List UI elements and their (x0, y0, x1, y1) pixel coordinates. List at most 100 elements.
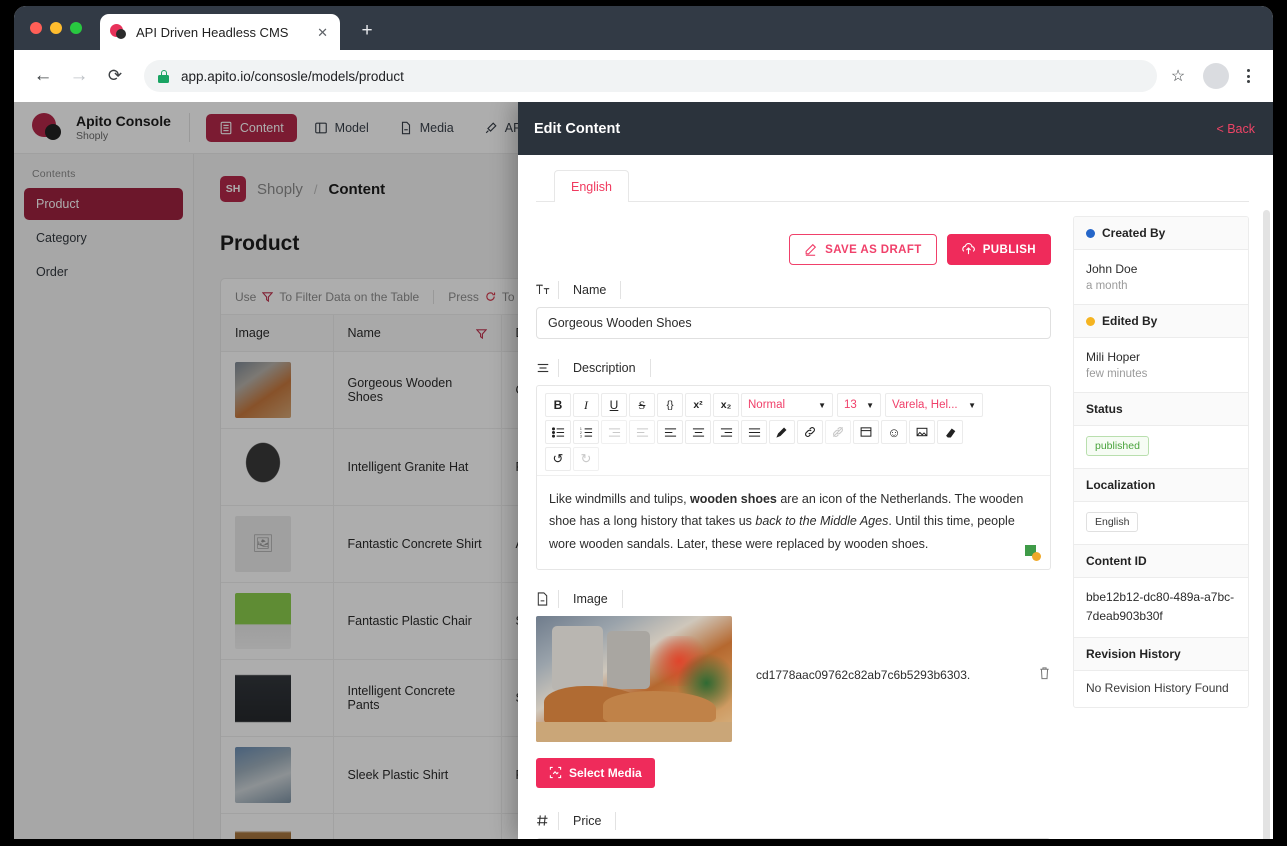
publish-upload-icon (962, 243, 975, 256)
localization-badge[interactable]: English (1086, 512, 1138, 532)
new-tab-button[interactable]: + (354, 18, 380, 44)
content-id-value[interactable]: bbe12b12-dc80-489a-a7bc-7deab903b30f (1086, 588, 1236, 625)
browser-tab[interactable]: API Driven Headless CMS ✕ (100, 14, 340, 50)
redo-icon[interactable]: ↻ (573, 447, 599, 471)
undo-icon[interactable]: ↺ (545, 447, 571, 471)
desc-text-italic: back to the Middle Ages (755, 514, 888, 528)
text-color-icon[interactable] (769, 420, 795, 444)
numbered-list-icon[interactable]: 123 (573, 420, 599, 444)
align-left-icon[interactable] (657, 420, 683, 444)
indent-increase-icon[interactable] (601, 420, 627, 444)
bold-icon[interactable]: B (545, 393, 571, 417)
code-block-icon[interactable]: {} (657, 393, 683, 417)
meta-sidebar: Created By John Doe a month Edited By (1073, 216, 1249, 839)
revision-history-empty: No Revision History Found (1086, 681, 1236, 695)
image-field-label: Image (536, 590, 1051, 608)
back-link[interactable]: < Back (1216, 122, 1255, 136)
heading-select-value: Normal (748, 399, 785, 411)
meta-section-content-id: Content ID (1074, 545, 1248, 578)
superscript-icon[interactable]: x² (685, 393, 711, 417)
browser-menu-icon[interactable] (1237, 69, 1259, 83)
rich-text-editor: B I U S {} x² x₂ Normal▼ (536, 385, 1051, 570)
font-size-select[interactable]: 13▼ (837, 393, 881, 417)
modal-title: Edit Content (534, 121, 620, 137)
align-right-icon[interactable] (713, 420, 739, 444)
clear-format-icon[interactable] (937, 420, 963, 444)
indent-decrease-icon[interactable] (629, 420, 655, 444)
media-file-meta: cd1778aac09762c82ab7c6b5293b6303. (756, 616, 1051, 685)
svg-text:3: 3 (580, 434, 582, 437)
meta-content-id-body: bbe12b12-dc80-489a-a7bc-7deab903b30f (1074, 578, 1248, 638)
modal-scroll-area: SAVE AS DRAFT PUBLISH (518, 202, 1273, 839)
meta-created-by-body: John Doe a month (1074, 250, 1248, 305)
meta-section-localization: Localization (1074, 469, 1248, 502)
meta-section-created-by: Created By (1074, 217, 1248, 250)
price-input[interactable] (536, 838, 1051, 839)
publish-button[interactable]: PUBLISH (947, 234, 1051, 265)
editor-toolbar-row-3: ↺ ↻ (545, 447, 1042, 471)
description-label-text: Description (558, 359, 651, 377)
trash-icon[interactable] (1038, 666, 1051, 685)
font-family-select-value: Varela, Hel... (892, 399, 958, 411)
status-dot-icon (1086, 317, 1095, 326)
minimize-window-button[interactable] (50, 22, 62, 34)
editor-toolbar-row-2: 123 (545, 420, 1042, 444)
forward-button[interactable]: → (64, 61, 94, 91)
back-button[interactable]: ← (28, 61, 58, 91)
modal-header: Edit Content < Back (518, 102, 1273, 155)
browser-tab-strip: API Driven Headless CMS ✕ + (14, 6, 1273, 50)
align-center-icon[interactable] (685, 420, 711, 444)
maximize-window-button[interactable] (70, 22, 82, 34)
tab-english[interactable]: English (554, 170, 629, 202)
link-icon[interactable] (797, 420, 823, 444)
close-window-button[interactable] (30, 22, 42, 34)
window-controls (30, 22, 82, 34)
subscript-icon[interactable]: x₂ (713, 393, 739, 417)
profile-avatar[interactable] (1203, 63, 1229, 89)
reload-button[interactable]: ⟳ (100, 61, 130, 91)
select-media-label: Select Media (569, 766, 642, 780)
edit-content-modal: Edit Content < Back English SAVE AS DRAF… (518, 102, 1273, 839)
editor-toolbar-row-1: B I U S {} x² x₂ Normal▼ (545, 393, 1042, 417)
meta-revision-body: No Revision History Found (1074, 671, 1248, 707)
meta-panel: Created By John Doe a month Edited By (1073, 216, 1249, 708)
text-format-icon (536, 284, 558, 296)
underline-icon[interactable]: U (601, 393, 627, 417)
media-preview-image[interactable] (536, 616, 732, 742)
media-file-name: cd1778aac09762c82ab7c6b5293b6303. (756, 668, 970, 682)
browser-window: API Driven Headless CMS ✕ + ← → ⟳ app.ap… (14, 6, 1273, 839)
insert-table-icon[interactable] (853, 420, 879, 444)
name-label-text: Name (558, 281, 621, 299)
bullet-list-icon[interactable] (545, 420, 571, 444)
name-input[interactable] (536, 307, 1051, 339)
file-icon (536, 592, 558, 606)
address-bar[interactable]: app.apito.io/consosle/models/product (144, 60, 1157, 92)
price-field-label: Price (536, 812, 1051, 830)
edited-by-time: few minutes (1086, 368, 1236, 380)
save-as-draft-button[interactable]: SAVE AS DRAFT (789, 234, 937, 265)
modal-scrollbar[interactable] (1263, 210, 1270, 839)
content-form: SAVE AS DRAFT PUBLISH (536, 216, 1051, 839)
italic-icon[interactable]: I (573, 393, 599, 417)
meta-section-edited-by: Edited By (1074, 305, 1248, 338)
site-favicon-icon (110, 24, 128, 40)
save-as-draft-label: SAVE AS DRAFT (825, 244, 922, 256)
form-actions: SAVE AS DRAFT PUBLISH (536, 234, 1051, 265)
font-family-select[interactable]: Varela, Hel...▼ (885, 393, 983, 417)
editor-resize-handle-icon[interactable] (1025, 545, 1041, 561)
desc-text-bold: wooden shoes (690, 492, 777, 506)
insert-image-icon[interactable] (909, 420, 935, 444)
image-field-row: cd1778aac09762c82ab7c6b5293b6303. (536, 616, 1051, 742)
page-viewport: Apito Console Shoply Content Mode (14, 102, 1273, 839)
select-media-button[interactable]: Select Media (536, 758, 655, 788)
bookmark-star-icon[interactable]: ☆ (1165, 66, 1191, 86)
unlink-icon[interactable] (825, 420, 851, 444)
emoji-icon[interactable]: ☺ (881, 420, 907, 444)
heading-select[interactable]: Normal▼ (741, 393, 833, 417)
meta-edited-by-title: Edited By (1102, 314, 1157, 328)
strikethrough-icon[interactable]: S (629, 393, 655, 417)
description-editor-content[interactable]: Like windmills and tulips, wooden shoes … (537, 476, 1050, 569)
font-size-select-value: 13 (844, 399, 857, 411)
align-justify-icon[interactable] (741, 420, 767, 444)
close-icon[interactable]: ✕ (311, 26, 330, 39)
